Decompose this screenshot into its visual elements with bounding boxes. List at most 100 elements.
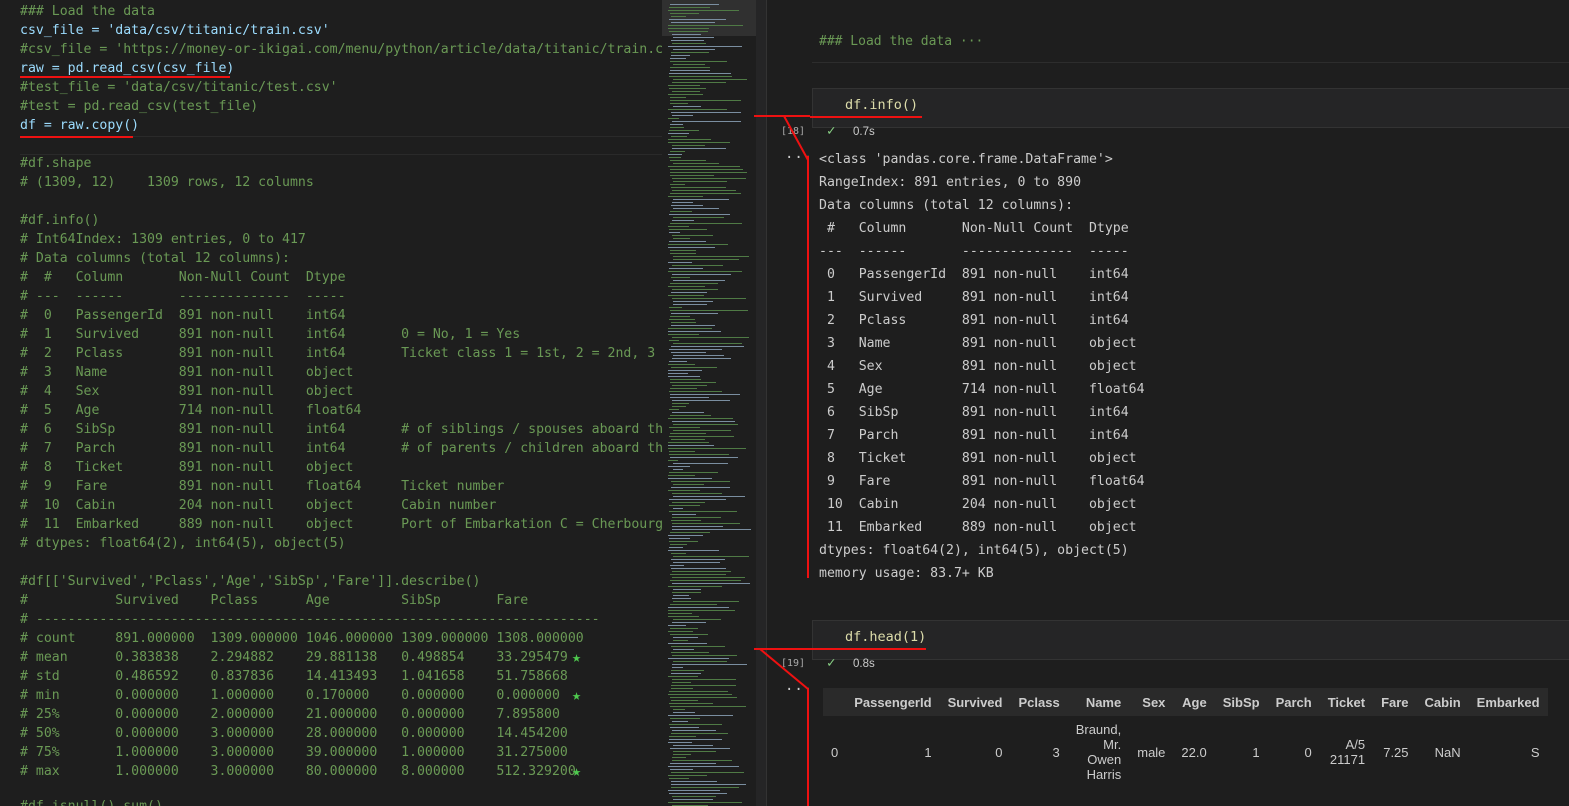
- minimap-line: [669, 349, 722, 350]
- minimap-line: [671, 733, 728, 734]
- code-cell-head[interactable]: df.head(1): [812, 620, 1569, 660]
- minimap-line: [668, 466, 690, 467]
- code-line[interactable]: # # Column Non-Null Count Dtype: [20, 268, 346, 287]
- minimap-line: [671, 481, 730, 482]
- code-line[interactable]: # dtypes: float64(2), int64(5), object(5…: [20, 534, 346, 553]
- code-line[interactable]: # --------------------------------------…: [20, 610, 600, 629]
- cell-code[interactable]: df.head(1): [845, 629, 926, 645]
- code-line[interactable]: # --- ------ -------------- -----: [20, 287, 346, 306]
- minimap-line: [668, 607, 729, 608]
- minimap-line: [672, 571, 731, 572]
- minimap-line: [669, 76, 732, 77]
- minimap-line: [669, 541, 698, 542]
- code-line[interactable]: # 25% 0.000000 2.000000 21.000000 0.0000…: [20, 705, 560, 724]
- minimap-line: [673, 556, 749, 557]
- minimap-line: [670, 100, 741, 101]
- code-line[interactable]: #test = pd.read_csv(test_file): [20, 97, 258, 116]
- minimap-line: [669, 427, 700, 428]
- check-icon: ✓: [827, 123, 836, 139]
- markdown-cell-title[interactable]: ### Load the data ···: [819, 34, 983, 49]
- code-line[interactable]: # mean 0.383838 2.294882 29.881138 0.498…: [20, 648, 568, 667]
- minimap[interactable]: [662, 0, 756, 806]
- minimap-line: [671, 16, 686, 17]
- minimap-line: [670, 727, 699, 728]
- minimap-line: [670, 70, 710, 71]
- code-line[interactable]: # 11 Embarked 889 non-null object Port o…: [20, 515, 662, 534]
- code-line[interactable]: # Int64Index: 1309 entries, 0 to 417: [20, 230, 306, 249]
- minimap-line: [670, 697, 737, 698]
- table-cell: 0: [1304, 744, 1312, 760]
- minimap-line: [673, 259, 739, 260]
- minimap-line: [671, 313, 718, 314]
- minimap-line: [673, 37, 714, 38]
- minimap-line: [669, 31, 708, 32]
- code-line[interactable]: # std 0.486592 0.837836 14.413493 1.0416…: [20, 667, 568, 686]
- code-line[interactable]: #df[['Survived','Pclass','Age','SibSp','…: [20, 572, 481, 591]
- minimap-line: [668, 196, 703, 197]
- code-line[interactable]: # Survived Pclass Age SibSp Fare: [20, 591, 528, 610]
- code-line[interactable]: #csv_file = 'https://money-or-ikigai.com…: [20, 40, 662, 59]
- code-line[interactable]: # max 1.000000 3.000000 80.000000 8.0000…: [20, 762, 576, 781]
- cell-code[interactable]: df.info(): [845, 97, 918, 113]
- minimap-line: [670, 604, 717, 605]
- code-cell-info[interactable]: df.info(): [812, 88, 1569, 128]
- code-line[interactable]: # 3 Name 891 non-null object: [20, 363, 353, 382]
- table-cell: 1: [1252, 744, 1260, 760]
- code-line[interactable]: ### Load the data: [20, 2, 155, 21]
- minimap-line: [670, 394, 740, 395]
- code-line[interactable]: # 8 Ticket 891 non-null object: [20, 458, 353, 477]
- minimap-line: [669, 19, 726, 20]
- code-line[interactable]: # 50% 0.000000 3.000000 28.000000 0.0000…: [20, 724, 568, 743]
- code-line[interactable]: # min 0.000000 1.000000 0.170000 0.00000…: [20, 686, 560, 705]
- minimap-line: [670, 382, 716, 383]
- code-editor[interactable]: ### Load the data csv_file = 'data/csv/ti…: [0, 0, 662, 806]
- minimap-line: [668, 766, 739, 767]
- star-icon: ★: [572, 648, 582, 666]
- table-body: 0 1 0 3 Braund, Mr. Owen Harris male 22.0 1 0 A/5…: [823, 716, 1548, 788]
- code-line[interactable]: # 4 Sex 891 non-null object: [20, 382, 353, 401]
- minimap-line: [668, 445, 714, 446]
- code-line[interactable]: # 7 Parch 891 non-null int64 # of parent…: [20, 439, 662, 458]
- code-line[interactable]: # Data columns (total 12 columns):: [20, 249, 290, 268]
- minimap-line: [668, 154, 682, 155]
- minimap-line: [673, 496, 745, 497]
- code-line[interactable]: # (1309, 12) 1309 rows, 12 columns: [20, 173, 314, 192]
- minimap-line: [670, 223, 742, 224]
- minimap-line: [672, 421, 735, 422]
- minimap-line: [668, 364, 695, 365]
- code-line[interactable]: #test_file = 'data/csv/titanic/test.csv': [20, 78, 338, 97]
- minimap-line: [671, 787, 739, 788]
- minimap-line: [670, 151, 685, 152]
- code-line[interactable]: # 2 Pclass 891 non-null int64 Ticket cla…: [20, 344, 662, 363]
- code-line[interactable]: # 10 Cabin 204 non-null object Cabin num…: [20, 496, 496, 515]
- code-line[interactable]: df = raw.copy(): [20, 116, 139, 135]
- minimap-line: [668, 295, 704, 296]
- code-line[interactable]: # 0 PassengerId 891 non-null int64: [20, 306, 346, 325]
- minimap-line: [668, 331, 721, 332]
- code-line[interactable]: # 75% 1.000000 3.000000 39.000000 1.0000…: [20, 743, 568, 762]
- code-line[interactable]: # 1 Survived 891 non-null int64 0 = No, …: [20, 325, 520, 344]
- minimap-line: [671, 292, 707, 293]
- code-line[interactable]: #df.isnull().sum(): [20, 797, 163, 806]
- table-cell: male: [1137, 744, 1166, 760]
- minimap-line: [672, 514, 696, 515]
- code-line[interactable]: # 5 Age 714 non-null float64: [20, 401, 361, 420]
- minimap-line: [671, 205, 703, 206]
- code-line[interactable]: #df.shape: [20, 154, 91, 173]
- minimap-line: [669, 793, 727, 794]
- minimap-line: [668, 226, 689, 227]
- dataframe-table: PassengerId Survived Pclass Name Sex Age SibSp…: [823, 688, 1548, 788]
- code-line[interactable]: # count 891.000000 1309.000000 1046.0000…: [20, 629, 584, 648]
- code-line[interactable]: # 9 Fare 891 non-null float64 Ticket num…: [20, 477, 504, 496]
- code-line[interactable]: # 6 SibSp 891 non-null int64 # of siblin…: [20, 420, 662, 439]
- minimap-line: [668, 586, 722, 587]
- minimap-line: [673, 463, 728, 464]
- table-header-cell: Parch: [1267, 688, 1320, 716]
- output-line: --- ------ -------------- -----: [819, 244, 1129, 259]
- code-line[interactable]: #df.info(): [20, 211, 99, 230]
- code-line[interactable]: csv_file = 'data/csv/titanic/train.csv': [20, 21, 330, 40]
- minimap-line: [668, 247, 715, 248]
- minimap-line: [672, 583, 750, 584]
- output-line: 10 Cabin 204 non-null object: [819, 497, 1137, 512]
- minimap-line: [670, 97, 686, 98]
